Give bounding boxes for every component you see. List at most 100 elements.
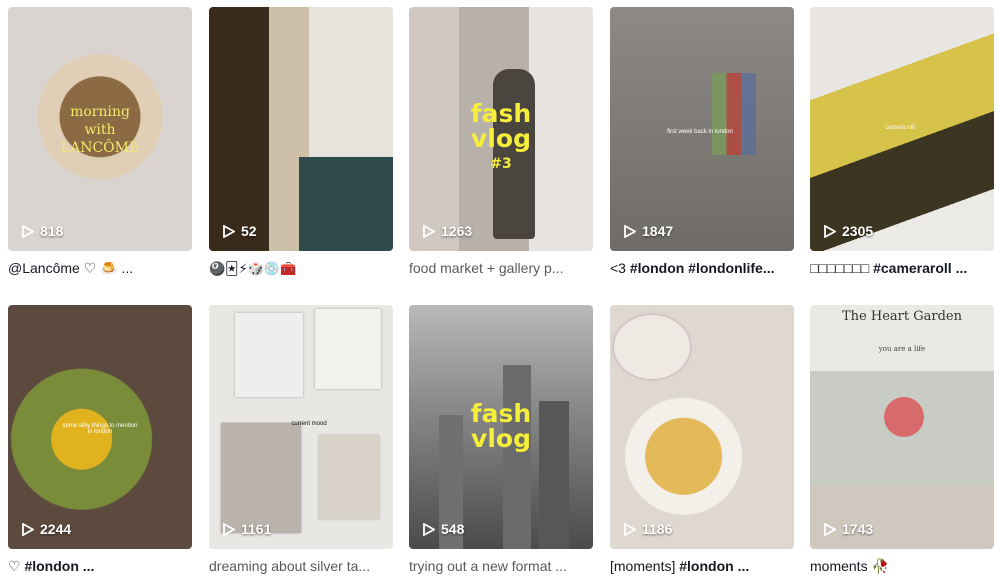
play-icon: [22, 224, 34, 238]
view-count: 548: [423, 521, 464, 537]
view-count: 1847: [624, 223, 673, 239]
caption-text: <3: [610, 260, 630, 276]
caption-text: □□□□□□□: [810, 260, 874, 276]
play-icon: [223, 522, 235, 536]
video-caption[interactable]: moments 🥀: [810, 557, 994, 575]
video-card[interactable]: fash vlog #3 1263 food market + gallery …: [409, 7, 593, 277]
overlay-caption: first week back in london: [667, 129, 733, 135]
play-icon: [22, 522, 34, 536]
overlay-caption: camera roll: [885, 125, 915, 131]
caption-text: ♡: [8, 558, 25, 574]
video-grid: morning with LANCÔME 818 @Lancôme ♡ 🍮 ..…: [0, 0, 1000, 585]
view-count-value: 2244: [40, 521, 72, 537]
video-caption[interactable]: food market + gallery p...: [409, 259, 593, 277]
view-count: 2305: [824, 223, 873, 239]
overlay-line: vlog: [471, 424, 531, 453]
caption-text: trying out a new format ...: [409, 558, 567, 574]
overlay-line: vlog: [471, 124, 531, 153]
video-card[interactable]: camera roll 2305 □□□□□□□ #cameraroll ...: [810, 7, 994, 277]
video-card[interactable]: fash vlog 548 trying out a new format ..…: [409, 305, 593, 575]
overlay-line: morning: [70, 104, 130, 120]
caption-text: [moments]: [610, 558, 680, 574]
overlay-line: with: [84, 122, 116, 138]
play-icon: [624, 224, 636, 238]
video-card[interactable]: first week back in london 1847 <3 #londo…: [610, 7, 794, 277]
video-thumbnail[interactable]: 1186: [610, 305, 794, 549]
view-count-value: 818: [40, 223, 64, 239]
caption-text: food market + gallery p...: [409, 260, 564, 276]
play-icon: [824, 522, 836, 536]
video-caption[interactable]: dreaming about silver ta...: [209, 557, 393, 575]
overlay-line: LANCÔME: [60, 140, 140, 156]
play-icon: [423, 224, 435, 238]
view-count: 2244: [22, 521, 71, 537]
video-card[interactable]: some silliy things to mention in london …: [8, 305, 192, 575]
caption-tags: #cameraroll ...: [873, 260, 968, 276]
video-thumbnail[interactable]: current mood 1161: [209, 305, 393, 549]
view-count-value: 1263: [441, 223, 473, 239]
view-count: 1743: [824, 521, 873, 537]
video-card[interactable]: The Heart Garden you are a life 1743 mom…: [810, 305, 994, 575]
video-thumbnail[interactable]: The Heart Garden you are a life 1743: [810, 305, 994, 549]
flower-shape: [884, 397, 924, 437]
video-caption[interactable]: trying out a new format ...: [409, 557, 593, 575]
video-caption[interactable]: [moments] #london ...: [610, 557, 794, 575]
caption-emoji: 🎱🃏⚡🎲💿🧰: [209, 261, 297, 276]
view-count: 818: [22, 223, 63, 239]
caption-tags: #london #londonlife...: [629, 260, 775, 276]
plate-shape: [614, 315, 690, 379]
video-card[interactable]: current mood 1161 dreaming about silver …: [209, 305, 393, 575]
video-card[interactable]: 52 🎱🃏⚡🎲💿🧰: [209, 7, 393, 277]
photo-tile: [235, 313, 303, 397]
video-card[interactable]: morning with LANCÔME 818 @Lancôme ♡ 🍮 ..…: [8, 7, 192, 277]
view-count-value: 1743: [842, 521, 874, 537]
view-count: 1161: [223, 521, 271, 537]
video-thumbnail[interactable]: some silliy things to mention in london …: [8, 305, 192, 549]
overlay-caption: some silliy things to mention in london: [62, 423, 138, 435]
overlay-subtitle: you are a life: [878, 345, 926, 353]
video-caption[interactable]: 🎱🃏⚡🎲💿🧰: [209, 259, 393, 277]
overlay-line: fash: [470, 99, 532, 128]
video-caption[interactable]: ♡ #london ...: [8, 557, 192, 575]
overlay-line: #3: [490, 156, 512, 172]
caption-emoji: 🥀: [871, 558, 889, 574]
tower-shape: [503, 365, 531, 549]
play-icon: [223, 224, 235, 238]
caption-text: @Lancôme: [8, 260, 84, 276]
video-caption[interactable]: □□□□□□□ #cameraroll ...: [810, 259, 994, 277]
view-count: 52: [223, 223, 257, 239]
overlay-line: fash: [470, 399, 532, 428]
view-count-value: 2305: [842, 223, 874, 239]
caption-tags: #london ...: [24, 558, 95, 574]
desk-shape: [299, 157, 393, 251]
window-shape: [712, 73, 756, 155]
view-count: 1186: [624, 521, 672, 537]
view-count-value: 1186: [642, 521, 673, 537]
video-caption[interactable]: <3 #london #londonlife...: [610, 259, 794, 277]
video-card[interactable]: 1186 [moments] #london ...: [610, 305, 794, 575]
video-thumbnail[interactable]: fash vlog #3 1263: [409, 7, 593, 251]
view-count-value: 548: [441, 521, 465, 537]
overlay-title: The Heart Garden: [842, 309, 962, 324]
view-count-value: 52: [241, 223, 257, 239]
caption-text: dreaming about silver ta...: [209, 558, 371, 574]
view-count-value: 1161: [241, 521, 272, 537]
caption-text: moments: [810, 558, 872, 574]
overlay-caption: current mood: [291, 421, 327, 427]
video-caption[interactable]: @Lancôme ♡ 🍮 ...: [8, 259, 192, 277]
view-count: 1263: [423, 223, 472, 239]
play-icon: [824, 224, 836, 238]
caption-tags: ♡ 🍮 ...: [83, 260, 134, 276]
video-thumbnail[interactable]: first week back in london 1847: [610, 7, 794, 251]
photo-tile: [221, 423, 301, 533]
photo-tile: [319, 435, 379, 519]
video-thumbnail[interactable]: fash vlog 548: [409, 305, 593, 549]
video-thumbnail[interactable]: camera roll 2305: [810, 7, 994, 251]
video-thumbnail[interactable]: morning with LANCÔME 818: [8, 7, 192, 251]
view-count-value: 1847: [642, 223, 674, 239]
play-icon: [423, 522, 435, 536]
photo-tile: [315, 309, 381, 389]
play-icon: [624, 522, 636, 536]
video-thumbnail[interactable]: 52: [209, 7, 393, 251]
caption-tags: #london ...: [679, 558, 750, 574]
